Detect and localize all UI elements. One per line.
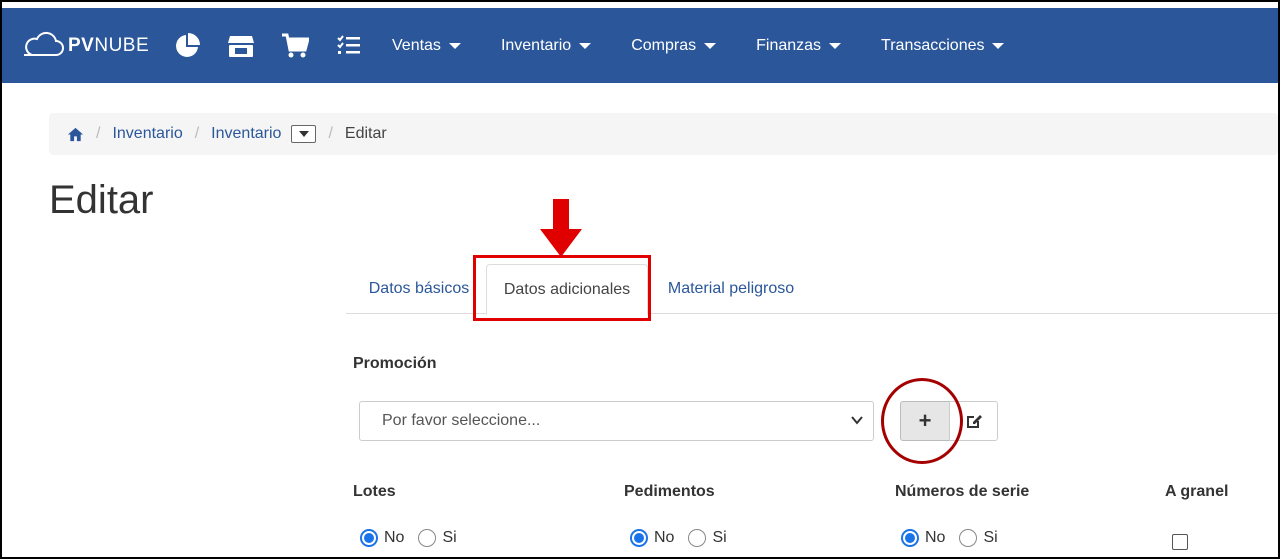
breadcrumb-current: Editar: [344, 125, 387, 142]
pedimentos-no-radio[interactable]: [630, 529, 648, 547]
numeros-serie-no-label: No: [925, 529, 946, 546]
cart-icon[interactable]: [280, 31, 310, 61]
menu-transacciones[interactable]: Transacciones: [881, 37, 1005, 55]
menu-compras[interactable]: Compras: [631, 37, 717, 55]
promocion-label: Promoción: [353, 355, 437, 372]
tab-datos-adicionales[interactable]: Datos adicionales: [486, 264, 648, 315]
home-icon[interactable]: [67, 126, 84, 143]
breadcrumb-separator: /: [328, 125, 333, 142]
lotes-si-radio[interactable]: [418, 529, 437, 547]
red-arrow-annotation-icon: [540, 199, 582, 257]
breadcrumb-separator: /: [96, 125, 101, 142]
promocion-select-value: Por favor seleccione...: [382, 412, 541, 429]
breadcrumb: / Inventario / Inventario / Editar: [49, 113, 1278, 155]
a-granel-label: A granel: [1165, 483, 1229, 500]
pedimentos-si-label: Si: [712, 529, 727, 546]
menu-inventario[interactable]: Inventario: [501, 37, 592, 55]
breadcrumb-inventario-1[interactable]: Inventario: [112, 125, 182, 143]
tasks-icon[interactable]: [334, 31, 364, 61]
brand-logo[interactable]: PVNUBE: [22, 31, 172, 61]
lotes-no-label: No: [384, 529, 405, 546]
tab-bar: Datos básicos Datos adicionales Material…: [346, 264, 1278, 315]
menu-finanzas[interactable]: Finanzas: [756, 37, 842, 55]
pedimentos-radio-group: No Si: [630, 529, 741, 547]
numeros-serie-no-radio[interactable]: [901, 529, 919, 547]
tab-material-peligroso[interactable]: Material peligroso: [656, 264, 806, 314]
edit-promocion-button[interactable]: [949, 401, 998, 441]
chevron-down-icon: [851, 416, 863, 425]
numeros-serie-si-radio[interactable]: [959, 529, 978, 547]
lotes-no-radio[interactable]: [360, 529, 378, 547]
numeros-serie-radio-group: No Si: [901, 529, 1012, 547]
edit-icon: [966, 415, 982, 428]
pedimentos-si-radio[interactable]: [688, 529, 707, 547]
caret-down-icon: [992, 42, 1005, 49]
top-navbar: PVNUBE Ventas Inventario Compras Finanza…: [2, 8, 1278, 83]
lotes-radio-group: No Si: [360, 529, 471, 547]
cloud-icon: [24, 31, 64, 56]
pedimentos-label: Pedimentos: [624, 483, 715, 500]
caret-down-icon: [448, 42, 461, 49]
lotes-label: Lotes: [353, 483, 396, 500]
numeros-serie-si-label: Si: [983, 529, 998, 546]
caret-down-icon: [704, 42, 717, 49]
numeros-serie-label: Números de serie: [895, 483, 1030, 500]
breadcrumb-dropdown-button[interactable]: [291, 125, 317, 143]
caret-down-icon: [298, 131, 309, 137]
caret-down-icon: [829, 42, 842, 49]
a-granel-checkbox[interactable]: [1172, 534, 1188, 550]
store-icon[interactable]: [226, 31, 256, 61]
menu-ventas[interactable]: Ventas: [392, 37, 461, 55]
add-promocion-button[interactable]: +: [900, 401, 950, 441]
tab-datos-basicos[interactable]: Datos básicos: [354, 264, 484, 314]
breadcrumb-inventario-2[interactable]: Inventario: [211, 125, 281, 143]
page-title: Editar: [49, 178, 154, 222]
lotes-si-label: Si: [442, 529, 457, 546]
breadcrumb-separator: /: [194, 125, 200, 142]
brand-name: PVNUBE: [68, 34, 150, 56]
pedimentos-no-label: No: [654, 529, 675, 546]
caret-down-icon: [579, 42, 592, 49]
pie-chart-icon[interactable]: [172, 31, 202, 61]
promocion-select[interactable]: Por favor seleccione...: [359, 401, 874, 441]
